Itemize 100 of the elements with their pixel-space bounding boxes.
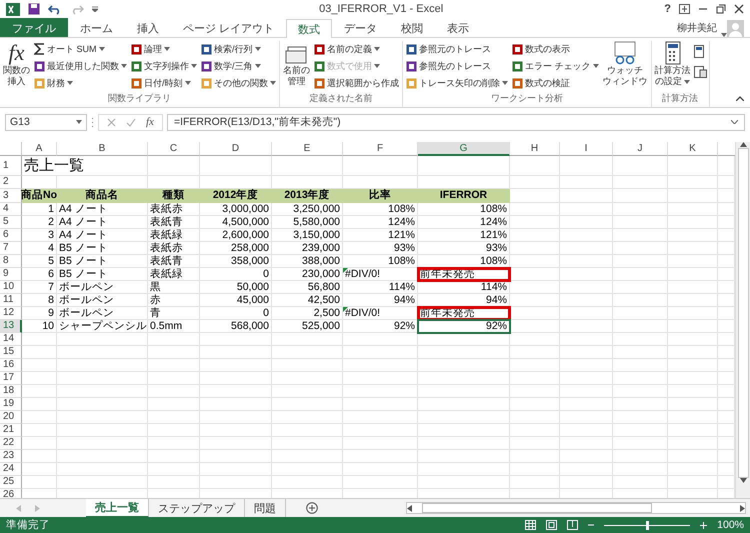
table-cell[interactable]: シャープペンシル [57,320,148,333]
row-header[interactable]: 2 [0,176,22,189]
table-cell[interactable]: 3,000,000 [200,203,272,216]
table-cell[interactable]: 50,000 [200,281,272,294]
table-cell[interactable]: A4 ノート [57,203,148,216]
empty-cell[interactable] [668,463,718,476]
table-cell[interactable]: 42,500 [272,294,343,307]
empty-cell[interactable] [148,411,200,424]
empty-cell[interactable] [343,424,418,437]
empty-cell[interactable] [668,268,718,281]
empty-cell[interactable] [272,398,343,411]
ribbon-tab[interactable]: 数式 [286,19,332,38]
table-cell[interactable]: 5 [22,255,57,268]
empty-cell[interactable] [560,242,613,255]
ribbon-button[interactable]: 検索/行列 [200,41,277,57]
ribbon-button[interactable]: 財務 [33,75,128,91]
row-header[interactable]: 9 [0,268,22,281]
empty-cell[interactable] [668,307,718,320]
empty-cell[interactable] [613,411,668,424]
table-cell[interactable]: 0.5mm [148,320,200,333]
column-header[interactable]: A [22,142,57,156]
empty-cell[interactable] [613,307,668,320]
empty-cell[interactable] [510,424,560,437]
empty-cell[interactable] [510,333,560,346]
ribbon-button[interactable]: その他の関数 [200,75,277,91]
table-cell[interactable]: 0 [200,268,272,281]
empty-cell[interactable] [200,411,272,424]
empty-cell[interactable] [57,424,148,437]
table-cell[interactable]: A4 ノート [57,229,148,242]
row-header[interactable]: 17 [0,372,22,385]
table-cell[interactable]: 黒 [148,281,200,294]
ribbon-button[interactable]: ウォッチ ウィンドウ [602,41,649,92]
empty-cell[interactable] [560,385,613,398]
horizontal-scrollbar[interactable] [406,502,746,514]
empty-cell[interactable] [613,333,668,346]
table-cell[interactable]: 青 [148,307,200,320]
empty-cell[interactable] [510,346,560,359]
empty-cell[interactable] [272,156,343,176]
empty-cell[interactable] [200,398,272,411]
ribbon-button[interactable]: 参照元のトレース [405,41,509,57]
table-cell[interactable]: 表紙青 [148,255,200,268]
empty-cell[interactable] [613,450,668,463]
empty-cell[interactable] [613,294,668,307]
table-cell[interactable]: 124% [418,216,510,229]
empty-cell[interactable] [668,333,718,346]
empty-cell[interactable] [510,176,560,189]
empty-cell[interactable] [510,156,560,176]
table-cell[interactable]: #DIV/0! [343,307,418,320]
empty-cell[interactable] [343,476,418,489]
empty-cell[interactable] [57,450,148,463]
empty-cell[interactable] [418,372,510,385]
empty-cell[interactable] [343,463,418,476]
empty-cell[interactable] [560,229,613,242]
empty-cell[interactable] [668,320,718,333]
empty-cell[interactable] [560,294,613,307]
row-header[interactable]: 5 [0,216,22,229]
table-cell[interactable]: 525,000 [272,320,343,333]
row-header[interactable]: 20 [0,411,22,424]
table-cell[interactable]: 2,500 [272,307,343,320]
empty-cell[interactable] [560,476,613,489]
empty-cell[interactable] [57,372,148,385]
table-cell[interactable]: 6 [22,268,57,281]
table-cell[interactable]: 9 [22,307,57,320]
row-header[interactable]: 16 [0,359,22,372]
column-header[interactable]: D [200,142,272,156]
table-cell[interactable]: 0 [200,307,272,320]
empty-cell[interactable] [560,156,613,176]
column-header[interactable]: H [510,142,560,156]
table-cell[interactable]: 239,000 [272,242,343,255]
empty-cell[interactable] [560,424,613,437]
ribbon-button[interactable]: エラー チェック [511,58,600,74]
empty-cell[interactable] [272,424,343,437]
row-header[interactable]: 14 [0,333,22,346]
ribbon-button[interactable]: 選択範囲から作成 [313,75,400,91]
table-cell[interactable]: 108% [343,255,418,268]
empty-cell[interactable] [668,176,718,189]
empty-cell[interactable] [613,176,668,189]
empty-cell[interactable] [613,398,668,411]
table-cell[interactable]: 56,800 [272,281,343,294]
ribbon-button[interactable]: 日付/時刻 [130,75,198,91]
table-cell[interactable]: #DIV/0! [343,268,418,281]
empty-cell[interactable] [200,359,272,372]
empty-cell[interactable] [148,346,200,359]
table-cell[interactable]: 230,000 [272,268,343,281]
scrollbar-thumb[interactable] [738,148,748,478]
empty-cell[interactable] [560,176,613,189]
empty-cell[interactable] [343,398,418,411]
empty-cell[interactable] [560,203,613,216]
empty-cell[interactable] [668,372,718,385]
table-cell[interactable]: 5,580,000 [272,216,343,229]
empty-cell[interactable] [200,385,272,398]
row-header[interactable]: 22 [0,437,22,450]
row-header[interactable]: 10 [0,281,22,294]
empty-cell[interactable] [510,372,560,385]
ribbon-button[interactable]: 名前の定義 [313,41,400,57]
ribbon-button[interactable]: 数学/三角 [200,58,277,74]
ribbon-button[interactable]: 数式の検証 [511,75,600,91]
empty-cell[interactable] [668,242,718,255]
table-cell[interactable]: 3,250,000 [272,203,343,216]
empty-cell[interactable] [613,281,668,294]
